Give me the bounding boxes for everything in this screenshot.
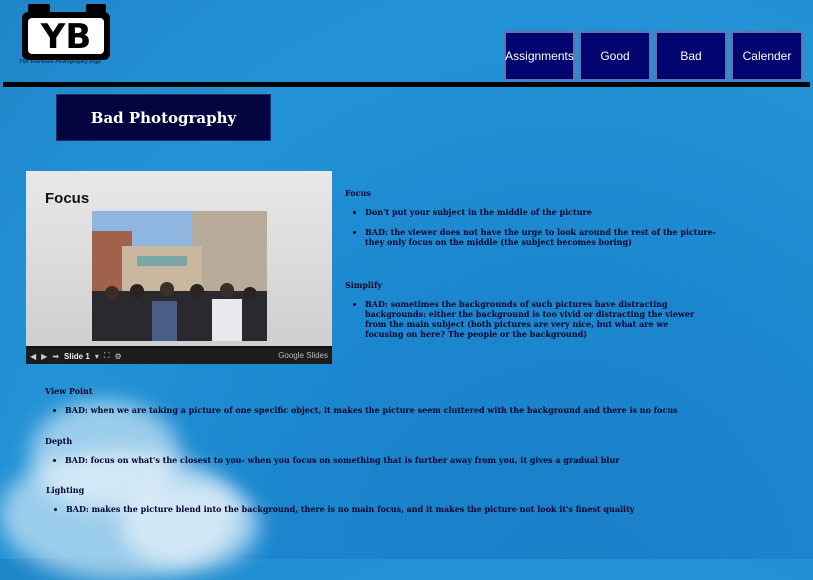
slides-toolbar: ◀ ▶ ➡ Slide 1 ▾ ⛶ ⚙ Google Slides [26,348,332,364]
viewpoint-list: BAD: when we are taking a picture of one… [45,405,685,425]
fullscreen-icon[interactable]: ⛶ [104,351,110,361]
slide-heading: Focus [45,190,90,207]
logo-caption: The Yearbook Photography Page [19,59,102,65]
nav-bad-button[interactable]: Bad [655,31,727,81]
google-slides-brand[interactable]: Google Slides [278,351,328,360]
gear-icon[interactable]: ⚙ [114,352,121,361]
list-item: BAD: focus on what's the closest to you-… [65,455,685,465]
depth-list: BAD: focus on what's the closest to you-… [45,455,685,475]
lighting-list: BAD: makes the picture blend into the ba… [46,504,686,524]
simplify-list: BAD: sometimes the backgrounds of such p… [345,299,705,349]
previous-slide-icon[interactable]: ◀ [30,352,36,361]
embedded-slides-viewer[interactable]: Focus ◀ ▶ ➡ Slide 1 ▾ ⛶ ⚙ Google Slides [26,171,332,364]
main-nav: Assignments Good Bad Calender [504,31,803,81]
list-item: BAD: the viewer does not have the urge t… [365,227,725,247]
chevron-down-icon[interactable]: ▾ [95,352,99,361]
slide-photo [92,211,267,341]
list-item: BAD: sometimes the backgrounds of such p… [365,299,705,339]
focus-heading: Focus [345,188,371,198]
play-icon[interactable]: ▶ [41,352,47,361]
simplify-heading: Simplify [345,280,383,290]
nav-good-button[interactable]: Good [579,31,651,81]
background-cloud [120,480,260,570]
nav-assignments-button[interactable]: Assignments [504,31,575,81]
site-logo[interactable]: YB [20,2,114,66]
focus-list: Don't put your subject in the middle of … [345,207,725,257]
logo-letters: YB [40,17,92,57]
nav-calender-button[interactable]: Calender [731,31,803,81]
viewpoint-heading: View Point [45,386,93,396]
slide-canvas: Focus [26,171,332,346]
slide-number-select[interactable]: Slide 1 [64,352,90,361]
depth-heading: Depth [45,436,73,446]
header-divider [3,82,810,87]
list-item: BAD: makes the picture blend into the ba… [66,504,686,514]
lighting-heading: Lighting [46,485,85,495]
next-slide-icon[interactable]: ➡ [52,352,59,361]
list-item: Don't put your subject in the middle of … [365,207,725,217]
list-item: BAD: when we are taking a picture of one… [65,405,685,415]
page-title: Bad Photography [56,94,271,141]
